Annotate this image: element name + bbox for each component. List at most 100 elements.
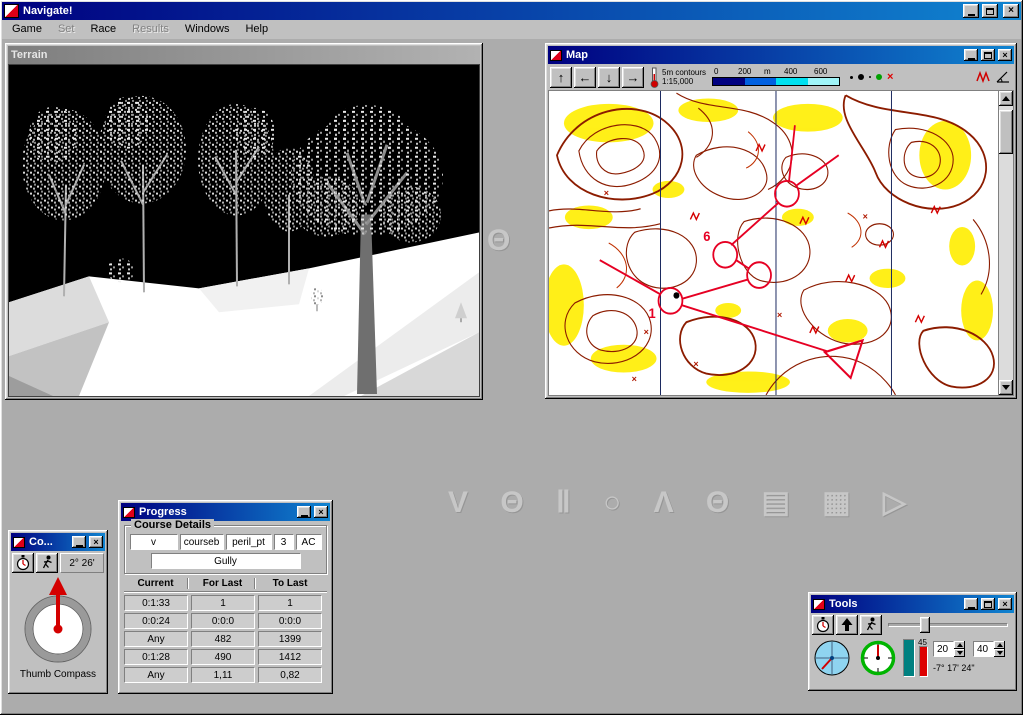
minimize-button[interactable]: [963, 4, 979, 18]
slider-thumb[interactable]: [920, 617, 930, 633]
scroll-thumb[interactable]: [999, 110, 1013, 154]
compass-window: Co... ×: [8, 530, 108, 694]
spinner-1: 20: [933, 641, 965, 657]
stopwatch-button[interactable]: [12, 553, 34, 573]
menu-game[interactable]: Game: [4, 21, 50, 38]
colorbar-seg-2: [745, 78, 777, 85]
table-row: 0:1:28 490 1412: [124, 649, 327, 665]
map-minimize-button[interactable]: [964, 49, 978, 61]
scroll-track[interactable]: [999, 106, 1013, 380]
tools-maximize-button[interactable]: [981, 598, 995, 610]
cell-split-to-last: 0:0:0: [258, 613, 322, 629]
control-number-6: 6: [703, 228, 710, 244]
tools-window: Tools ×: [808, 592, 1017, 691]
compass-title: Co...: [28, 536, 69, 548]
spinner-1-down[interactable]: [954, 649, 965, 657]
pan-down-button[interactable]: ↓: [598, 67, 620, 88]
up-icon: [997, 643, 1003, 647]
scroll-up-button[interactable]: [999, 91, 1013, 106]
table-row: Any 1,11 0,82: [124, 667, 327, 683]
green-dot-icon[interactable]: [876, 74, 882, 80]
map-canvas[interactable]: ×× ×× ××: [549, 91, 998, 395]
menu-windows[interactable]: Windows: [177, 21, 238, 38]
map-tool-icons: [976, 71, 1012, 83]
svg-text:×: ×: [604, 188, 610, 198]
colorbar-seg-3: [776, 78, 808, 85]
spinner-2: 40: [973, 641, 1005, 657]
compass-rose-dial[interactable]: [859, 639, 897, 677]
course-field-v[interactable]: v: [130, 534, 178, 550]
spinner-1-buttons: [954, 641, 965, 657]
contour-scale-text: 5m contours 1:15,000: [662, 68, 706, 86]
compass-dial-area: [11, 575, 105, 667]
runner-button[interactable]: [36, 553, 58, 573]
main-titlebar[interactable]: Navigate! ×: [2, 2, 1021, 20]
tools-minimize-button[interactable]: [964, 598, 978, 610]
elevation-colorbar: [712, 77, 840, 86]
spinner-2-value[interactable]: 40: [973, 641, 994, 657]
feature-field[interactable]: Gully: [151, 553, 301, 569]
map-window: Map × ↑ ← ↓ → 5m contours: [545, 43, 1017, 399]
spinner-2-up[interactable]: [994, 641, 1005, 649]
progress-close-button[interactable]: ×: [314, 506, 328, 518]
north-arrow-button[interactable]: [836, 615, 858, 635]
compass-minimize-button[interactable]: [72, 536, 86, 548]
zoom-slider[interactable]: [888, 616, 1008, 634]
tools-runner-button[interactable]: [860, 615, 882, 635]
map-close-button[interactable]: ×: [998, 49, 1012, 61]
terrain-viewport[interactable]: [8, 64, 480, 397]
terrain-titlebar[interactable]: Terrain: [8, 46, 480, 64]
course-field-code[interactable]: AC: [296, 534, 322, 550]
table-row: 0:0:24 0:0:0 0:0:0: [124, 613, 327, 629]
close-button[interactable]: ×: [1003, 4, 1019, 18]
feature-row: Gully: [128, 553, 323, 569]
map-content: ×× ×× ××: [548, 90, 1014, 396]
spinner-1-value[interactable]: 20: [933, 641, 954, 657]
map-titlebar[interactable]: Map ×: [548, 46, 1014, 64]
pan-up-button[interactable]: ↑: [550, 67, 572, 88]
spinner-2-down[interactable]: [994, 649, 1005, 657]
stopwatch-icon: [15, 554, 31, 572]
cell-dist-to-last: 1399: [258, 631, 322, 647]
progress-minimize-button[interactable]: [297, 506, 311, 518]
cell-time-current: 0:1:33: [124, 595, 188, 611]
cell-time-to-last: 1: [258, 595, 322, 611]
tick-600: 600: [814, 67, 827, 76]
course-field-number[interactable]: 3: [274, 534, 294, 550]
route-squiggle-icon[interactable]: [976, 71, 990, 83]
tick-200: 200: [738, 67, 751, 76]
down-icon: [997, 651, 1003, 655]
colorbar-seg-1: [713, 78, 745, 85]
maximize-button[interactable]: [982, 4, 998, 18]
tiny-dot-icon[interactable]: [869, 76, 871, 78]
small-dot-icon[interactable]: [850, 76, 853, 79]
scroll-down-button[interactable]: [999, 380, 1013, 395]
map-vertical-scrollbar[interactable]: [998, 91, 1013, 395]
course-field-map[interactable]: peril_pt: [226, 534, 272, 550]
tools-bearing-text: -7° 17' 24": [933, 663, 1009, 673]
orienteering-map: ×× ×× ××: [549, 91, 998, 395]
protractor-dial[interactable]: [813, 639, 851, 677]
menu-help[interactable]: Help: [237, 21, 276, 38]
map-maximize-button[interactable]: [981, 49, 995, 61]
spinner-1-up[interactable]: [954, 641, 965, 649]
red-x-icon[interactable]: ×: [887, 71, 893, 83]
compass-titlebar[interactable]: Co... ×: [11, 533, 105, 551]
large-dot-icon[interactable]: [858, 74, 864, 80]
tools-stopwatch-button[interactable]: [812, 615, 834, 635]
pan-right-button[interactable]: →: [622, 67, 644, 88]
maximize-icon: [984, 601, 992, 608]
menu-race[interactable]: Race: [82, 21, 124, 38]
app-icon: [4, 4, 19, 18]
course-field-courseb[interactable]: courseb: [180, 534, 224, 550]
compass-close-button[interactable]: ×: [89, 536, 103, 548]
maximize-icon: [984, 52, 992, 59]
table-row: 0:1:33 1 1: [124, 595, 327, 611]
cell-dist-for-last: 482: [191, 631, 255, 647]
tools-titlebar[interactable]: Tools ×: [811, 595, 1014, 613]
compass-dial[interactable]: [20, 575, 96, 667]
compass-caption: Thumb Compass: [11, 669, 105, 680]
angle-measure-icon[interactable]: [996, 71, 1010, 83]
pan-left-button[interactable]: ←: [574, 67, 596, 88]
tools-close-button[interactable]: ×: [998, 598, 1012, 610]
